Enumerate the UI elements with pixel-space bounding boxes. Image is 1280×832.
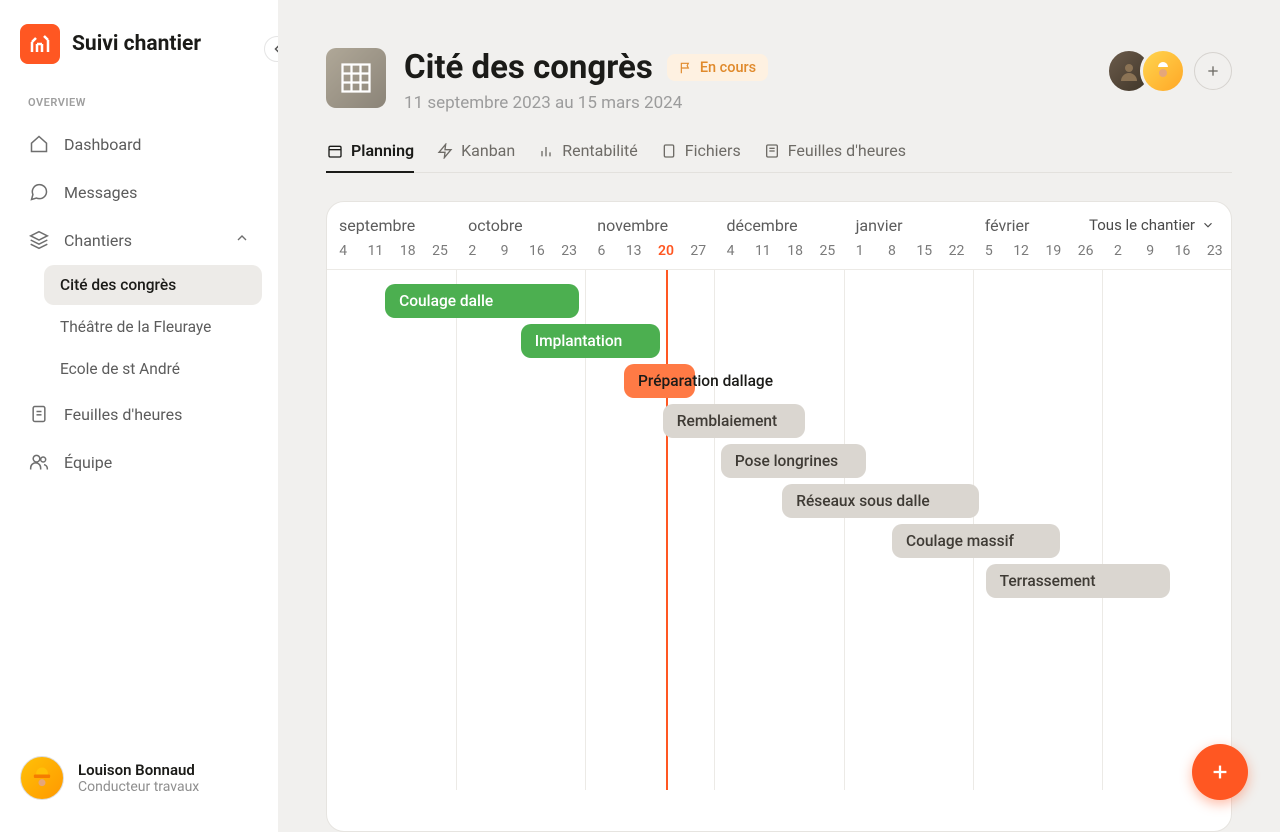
day-label: 6 [585,243,617,259]
add-member-button[interactable] [1194,52,1232,90]
day-label: 16 [521,243,553,259]
avatar-stack[interactable] [1106,48,1186,94]
month-label: décembre [714,216,843,239]
month-label: janvier [844,216,973,239]
sidebar-subitem-chantier[interactable]: Cité des congrès [44,265,262,305]
gantt-filter-dropdown[interactable]: Tous le chantier [1089,216,1215,234]
bars-icon [537,142,555,160]
day-label: 26 [1069,243,1101,259]
user-avatar [20,756,64,800]
user-footer[interactable]: Louison Bonnaud Conducteur travaux [16,748,262,808]
app-title: Suivi chantier [72,32,201,56]
gantt-task-bar[interactable]: Remblaiement [663,404,805,438]
fab-add-button[interactable] [1192,744,1248,800]
sidebar-subitem-chantier[interactable]: Théâtre de la Fleuraye [44,307,262,347]
sheet-icon [763,142,781,160]
chevron-up-icon [234,230,250,250]
tab-fichiers[interactable]: Fichiers [660,141,741,172]
project-title: Cité des congrès [404,48,653,87]
gantt-task-bar[interactable]: Terrassement [986,564,1170,598]
user-role: Conducteur travaux [78,779,199,795]
sidebar-item-equipe[interactable]: Équipe [16,439,262,485]
gantt-task-bar[interactable]: Réseaux sous dalle [782,484,979,518]
chevron-down-icon [1201,218,1215,232]
day-label: 11 [359,243,391,259]
day-label: 4 [714,243,746,259]
file-icon [660,142,678,160]
day-label: 2 [456,243,488,259]
tab-planning[interactable]: Planning [326,141,414,172]
clipboard-icon [28,403,50,425]
user-name: Louison Bonnaud [78,761,199,779]
today-indicator [666,270,668,790]
tab-kanban[interactable]: Kanban [436,141,515,172]
day-label: 25 [811,243,843,259]
day-label: 25 [424,243,456,259]
bolt-icon [436,142,454,160]
status-badge: En cours [667,54,768,81]
day-label: 12 [1005,243,1037,259]
day-label: 9 [488,243,520,259]
gantt-task-bar[interactable]: Coulage dalle [385,284,579,318]
app-logo [20,24,60,64]
month-label: octobre [456,216,585,239]
member-avatar [1140,48,1186,94]
sidebar-subitem-chantier[interactable]: Ecole de st André [44,349,262,389]
tab-rentabilite[interactable]: Rentabilité [537,141,638,172]
gantt-task-bar[interactable]: Pose longrines [721,444,866,478]
home-icon [28,133,50,155]
sidebar-item-messages[interactable]: Messages [16,169,262,215]
gantt-task-bar[interactable]: Coulage massif [892,524,1060,558]
main-content: Cité des congrès En cours 11 septembre 2… [278,0,1280,832]
month-label: novembre [585,216,714,239]
day-label: 5 [973,243,1005,259]
project-dates: 11 septembre 2023 au 15 mars 2024 [404,93,1088,113]
day-label: 23 [553,243,585,259]
day-label: 18 [779,243,811,259]
day-label: 16 [1166,243,1198,259]
day-label: 22 [940,243,972,259]
sidebar-item-chantiers[interactable]: Chantiers [16,217,262,263]
chat-icon [28,181,50,203]
sidebar: Suivi chantier OVERVIEW Dashboard Messag… [0,0,278,832]
tabs: Planning Kanban Rentabilité Fichiers Feu… [326,141,1232,173]
day-label: 1 [844,243,876,259]
day-label: 11 [747,243,779,259]
sidebar-item-feuilles[interactable]: Feuilles d'heures [16,391,262,437]
day-label: 8 [876,243,908,259]
flag-icon [679,61,693,75]
sidebar-item-dashboard[interactable]: Dashboard [16,121,262,167]
gantt-chart: Tous le chantier septembreoctobrenovembr… [326,201,1232,832]
day-label: 13 [618,243,650,259]
day-label: 2 [1102,243,1134,259]
day-label: 15 [908,243,940,259]
month-label: septembre [327,216,456,239]
day-label: 19 [1037,243,1069,259]
day-label: 23 [1199,243,1231,259]
gantt-task-bar[interactable]: Implantation [521,324,660,358]
day-label: 4 [327,243,359,259]
day-label: 20 [650,243,682,259]
users-icon [28,451,50,473]
day-label: 18 [392,243,424,259]
day-label: 9 [1134,243,1166,259]
layers-icon [28,229,50,251]
tab-feuilles[interactable]: Feuilles d'heures [763,141,906,172]
project-thumbnail [326,48,386,108]
day-label: 27 [682,243,714,259]
gantt-task-bar[interactable]: Préparation dallage [624,364,695,398]
section-label: OVERVIEW [28,96,250,109]
calendar-icon [326,142,344,160]
